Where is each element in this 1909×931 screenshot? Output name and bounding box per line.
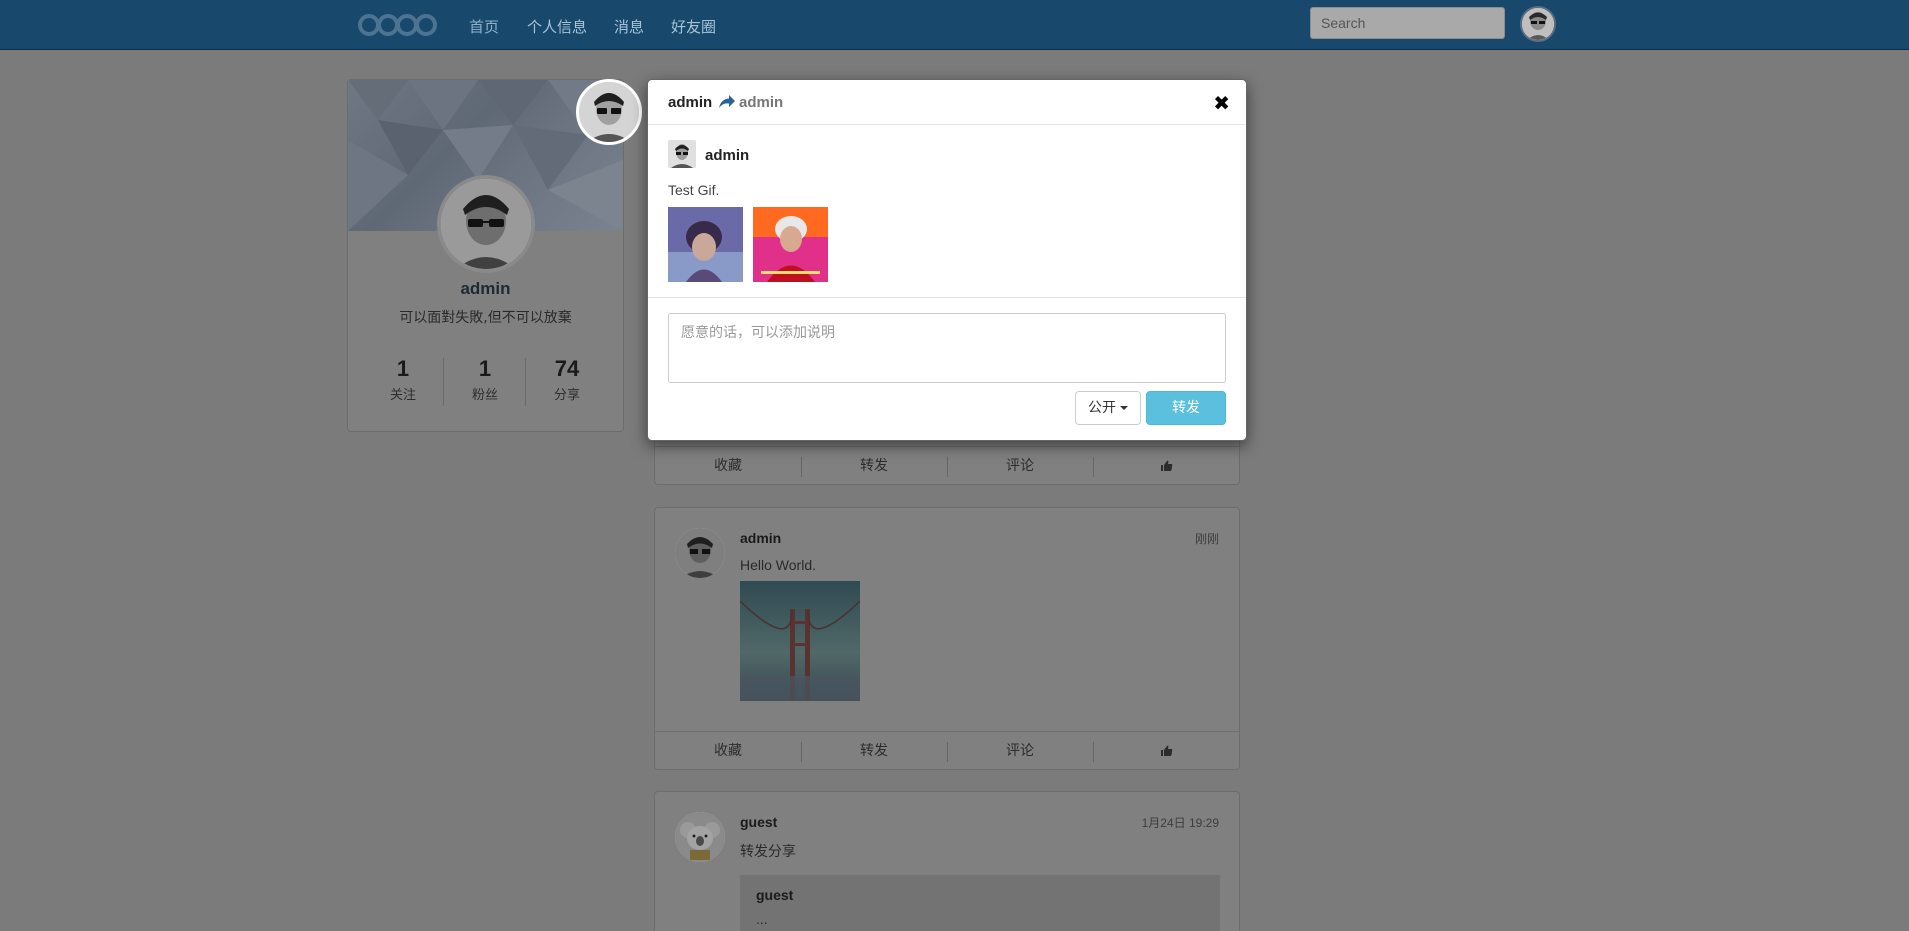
like-button[interactable] xyxy=(1093,732,1239,770)
stat-value: 74 xyxy=(554,356,580,381)
search-input[interactable] xyxy=(1310,7,1505,39)
post-time: 刚刚 xyxy=(1194,532,1219,546)
action-bar: 收藏 转发 评论 xyxy=(655,446,1239,484)
quoted-text: ... xyxy=(756,911,768,927)
original-post-author[interactable]: admin xyxy=(705,147,749,164)
stat-label: 关注 xyxy=(389,388,416,403)
stat-label: 分享 xyxy=(553,388,580,403)
post-avatar[interactable] xyxy=(675,528,725,578)
action-bar: 收藏 转发 评论 xyxy=(655,731,1239,769)
profile-motto: 可以面對失敗,但不可以放棄 xyxy=(399,310,572,326)
gif-thumbnail[interactable] xyxy=(753,207,828,282)
profile-name[interactable]: admin xyxy=(348,279,623,299)
stat-value: 1 xyxy=(478,356,492,381)
thumbs-up-icon xyxy=(1160,745,1172,756)
profile-avatar[interactable] xyxy=(437,175,535,273)
top-navbar: 首页 个人信息 消息 好友圈 xyxy=(0,0,1909,50)
post-avatar[interactable] xyxy=(675,812,725,862)
modal-title-target: admin xyxy=(739,94,784,111)
repost-submit-button[interactable]: 转发 xyxy=(1146,391,1226,425)
post-text: 转发分享 xyxy=(740,843,796,859)
like-button[interactable] xyxy=(1093,447,1239,485)
repost-comment-input[interactable] xyxy=(668,313,1226,383)
quoted-post[interactable]: guest ... xyxy=(740,875,1220,931)
comment-button[interactable]: 评论 xyxy=(947,732,1093,770)
repost-modal: admin admin ✖ admin Test Gif. 公开 转发 xyxy=(647,79,1247,441)
floating-avatar[interactable] xyxy=(576,79,642,145)
modal-title-user: admin xyxy=(668,94,713,111)
caret-down-icon xyxy=(1120,406,1128,410)
close-icon[interactable]: ✖ xyxy=(1213,91,1230,116)
stat-following[interactable]: 1 关注 xyxy=(362,356,444,403)
post-author[interactable]: guest xyxy=(740,814,777,830)
post-time: 1月24日 19:29 xyxy=(1141,816,1219,830)
comment-button[interactable]: 评论 xyxy=(947,447,1093,485)
post-image[interactable] xyxy=(740,581,860,701)
modal-body: admin Test Gif. xyxy=(648,126,1246,298)
nav-home[interactable]: 首页 xyxy=(469,16,499,37)
feed-card: guest 1月24日 19:29 转发分享 guest ... xyxy=(654,791,1240,931)
favorite-button[interactable]: 收藏 xyxy=(655,732,801,770)
modal-header: admin admin ✖ xyxy=(648,80,1246,125)
user-avatar[interactable] xyxy=(1520,6,1556,42)
thumbs-up-icon xyxy=(1160,460,1172,471)
post-text: Hello World. xyxy=(740,557,816,573)
post-author[interactable]: admin xyxy=(740,530,781,546)
gif-thumbnail[interactable] xyxy=(668,207,743,282)
favorite-button[interactable]: 收藏 xyxy=(655,447,801,485)
logo-icon[interactable] xyxy=(356,12,440,38)
feed-card: admin 刚刚 Hello World. 收藏 转发 评论 xyxy=(654,507,1240,770)
visibility-label: 公开 xyxy=(1088,400,1116,416)
repost-button[interactable]: 转发 xyxy=(801,447,947,485)
share-icon xyxy=(719,95,735,108)
original-post-avatar[interactable] xyxy=(668,140,696,168)
stat-label: 粉丝 xyxy=(471,388,498,403)
visibility-dropdown[interactable]: 公开 xyxy=(1075,391,1141,425)
stat-followers[interactable]: 1 粉丝 xyxy=(444,356,526,403)
nav-friends[interactable]: 好友圈 xyxy=(671,16,716,37)
repost-button[interactable]: 转发 xyxy=(801,732,947,770)
original-post-text: Test Gif. xyxy=(668,182,720,198)
quoted-author[interactable]: guest xyxy=(756,887,793,903)
nav-messages[interactable]: 消息 xyxy=(614,16,644,37)
nav-profile[interactable]: 个人信息 xyxy=(527,16,587,37)
stat-value: 1 xyxy=(396,356,410,381)
stat-shares[interactable]: 74 分享 xyxy=(526,356,608,403)
